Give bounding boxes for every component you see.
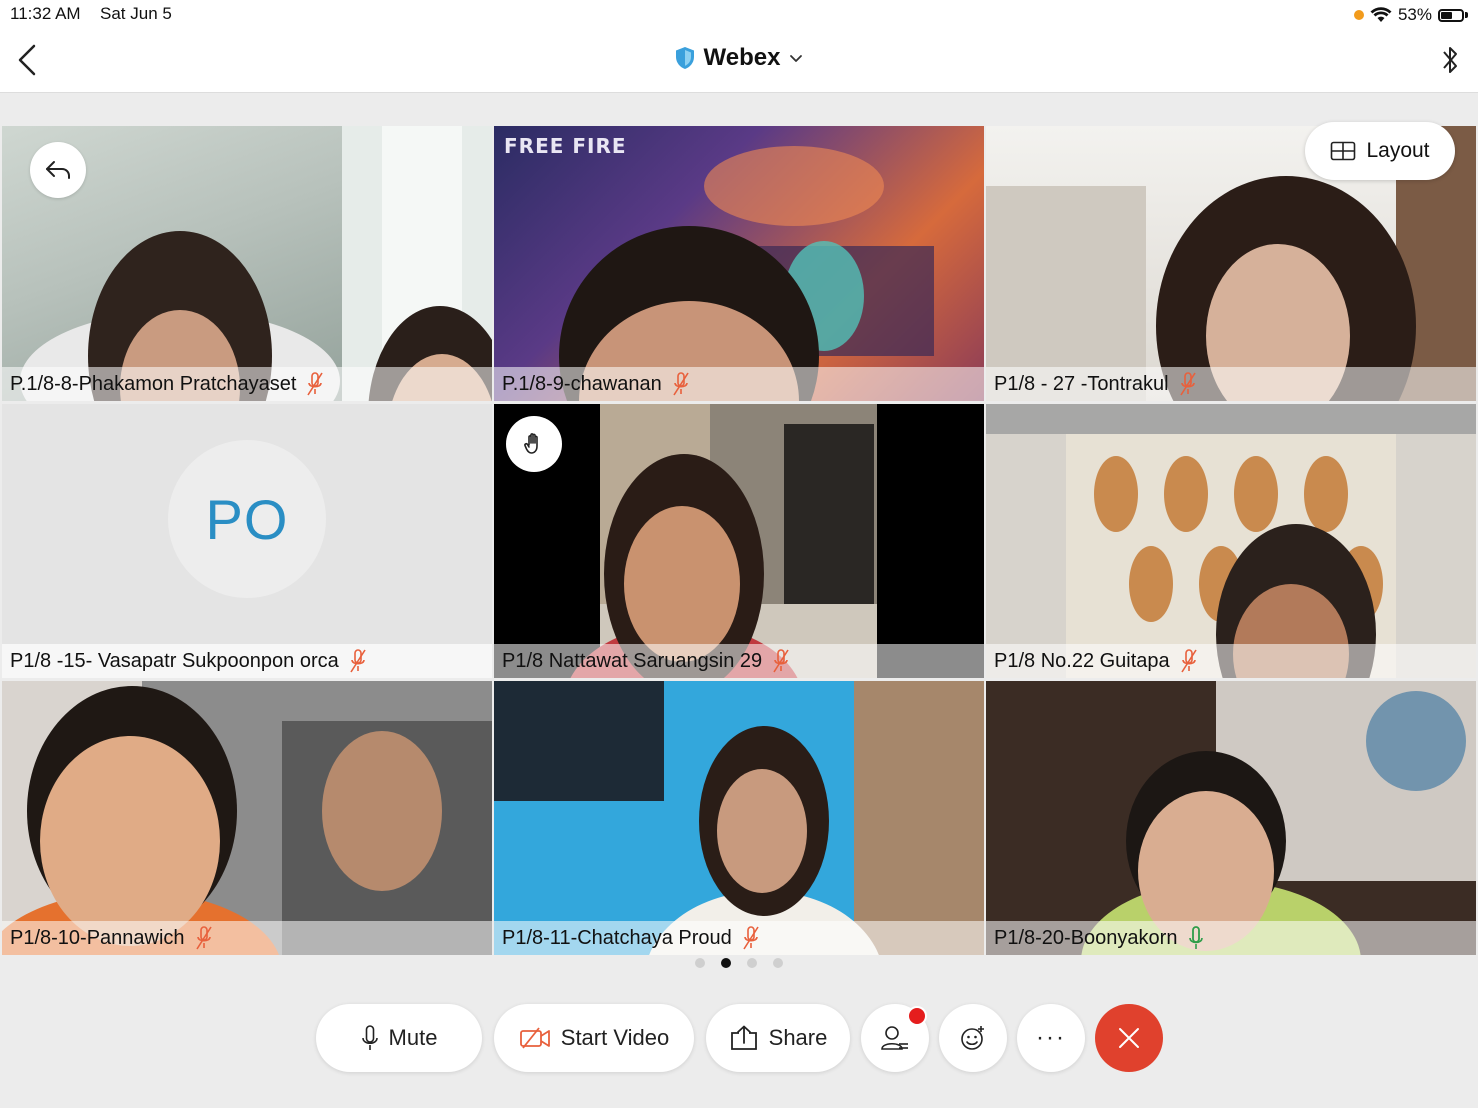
mic-muted-icon	[350, 649, 366, 673]
participants-icon	[881, 1026, 908, 1050]
raised-hand-indicator	[506, 416, 562, 472]
participant-label: P1/8 Nattawat Saruangsin 29	[494, 644, 984, 678]
mute-label: Mute	[388, 1025, 438, 1050]
video-tile[interactable]: P1/8-20-Boonyakorn	[986, 681, 1476, 955]
page-dot[interactable]	[695, 958, 705, 968]
share-label: Share	[768, 1025, 828, 1050]
video-tile[interactable]: P1/8 No.22 Guitapa	[986, 404, 1476, 678]
participant-name: P1/8-10-Pannawich	[10, 926, 185, 949]
microphone-icon	[361, 1025, 378, 1050]
video-grid: P.1/8-8-Phakamon Pratchayaset FREE FIRE …	[0, 126, 1478, 955]
battery-tip	[1465, 12, 1468, 18]
meeting-controls: Mute Start Video Share ···	[0, 1004, 1478, 1072]
video-tile[interactable]: P1/8-10-Pannawich	[2, 681, 492, 955]
participant-label: P.1/8-9-chawanan	[494, 367, 984, 401]
more-options-button[interactable]: ···	[1017, 1004, 1085, 1072]
video-tile[interactable]: FREE FIRE P.1/8-9-chawanan	[494, 126, 984, 401]
participant-label: P1/8 No.22 Guitapa	[986, 644, 1476, 678]
participant-label: P1/8 - 27 -Tontrakul	[986, 367, 1476, 401]
nav-bar: Webex	[0, 30, 1478, 93]
page-dot[interactable]	[773, 958, 783, 968]
participant-name: P.1/8-8-Phakamon Pratchayaset	[10, 372, 297, 395]
bluetooth-icon[interactable]	[1438, 42, 1462, 78]
start-video-label: Start Video	[560, 1025, 670, 1050]
mic-on-icon	[1189, 926, 1204, 949]
participant-label: P1/8-10-Pannawich	[2, 921, 492, 955]
mic-muted-icon	[195, 926, 212, 950]
layout-label: Layout	[1366, 139, 1430, 162]
battery-percent: 53%	[1397, 5, 1432, 24]
battery-icon	[1438, 8, 1464, 22]
mic-muted-icon	[743, 926, 759, 950]
participant-video	[1081, 681, 1476, 955]
avatar-initials: PO	[205, 487, 289, 551]
page-dot-current[interactable]	[721, 958, 731, 968]
meeting-title[interactable]: Webex	[0, 44, 1478, 72]
participant-name: P1/8 -15- Vasapatr Sukpoonpon orca	[10, 649, 339, 672]
mic-muted-icon	[673, 372, 689, 396]
video-off-icon	[519, 1027, 550, 1049]
participant-label: P1/8 -15- Vasapatr Sukpoonpon orca	[2, 644, 492, 678]
video-tile[interactable]: P1/8-11-Chatchaya Proud	[494, 681, 984, 955]
mic-muted-icon	[1179, 372, 1196, 396]
status-bar: 11:32 AM Sat Jun 5 53%	[0, 0, 1478, 30]
wifi-icon	[1370, 7, 1392, 22]
participant-name: P1/8-20-Boonyakorn	[994, 926, 1178, 949]
raised-hand-icon	[524, 433, 538, 454]
shield-icon	[675, 47, 694, 69]
participant-name: P1/8 Nattawat Saruangsin 29	[502, 649, 763, 672]
start-video-button[interactable]: Start Video	[494, 1004, 694, 1072]
mic-muted-icon	[773, 649, 789, 673]
app-title: Webex	[703, 44, 781, 71]
participants-button[interactable]	[861, 1004, 929, 1072]
reply-arrow-icon	[46, 161, 70, 179]
status-date: Sat Jun 5	[100, 4, 172, 23]
participant-label: P.1/8-8-Phakamon Pratchayaset	[2, 367, 492, 401]
notification-badge	[907, 1006, 927, 1026]
mic-muted-icon	[1181, 649, 1197, 673]
participant-video	[559, 146, 934, 401]
participant-video	[570, 404, 877, 678]
participant-label: P1/8-20-Boonyakorn	[986, 921, 1476, 955]
video-tile[interactable]: P1/8 Nattawat Saruangsin 29	[494, 404, 984, 678]
video-tile[interactable]: P.1/8-8-Phakamon Pratchayaset	[2, 126, 492, 401]
page-indicator[interactable]	[0, 958, 1478, 968]
participant-video	[2, 681, 492, 955]
participant-label: P1/8-11-Chatchaya Proud	[494, 921, 984, 955]
participant-video	[494, 681, 984, 955]
page-dot[interactable]	[747, 958, 757, 968]
battery-level	[1441, 11, 1452, 19]
back-to-stage-button[interactable]	[30, 142, 86, 198]
participant-name: P1/8 No.22 Guitapa	[994, 649, 1170, 672]
mute-button[interactable]: Mute	[316, 1004, 482, 1072]
avatar: PO	[166, 438, 328, 600]
share-icon	[730, 1025, 757, 1050]
share-button[interactable]: Share	[706, 1004, 850, 1072]
grid-layout-icon	[1331, 141, 1356, 161]
emoji-icon	[961, 1026, 984, 1050]
more-label: ···	[1036, 1024, 1066, 1051]
status-time: 11:32 AM	[10, 4, 81, 23]
mic-in-use-indicator	[1353, 10, 1364, 20]
end-call-button[interactable]	[1095, 1004, 1163, 1072]
participant-video	[986, 404, 1476, 678]
chevron-down-icon	[790, 55, 803, 62]
participant-name: P.1/8-9-chawanan	[502, 372, 662, 395]
layout-button[interactable]: Layout	[1305, 122, 1455, 180]
mic-muted-icon	[307, 372, 324, 396]
video-tile[interactable]: PO P1/8 -15- Vasapatr Sukpoonpon orca	[2, 404, 492, 678]
participant-name: P1/8 - 27 -Tontrakul	[994, 372, 1169, 395]
close-icon	[1119, 1028, 1139, 1048]
status-indicators: 53%	[1353, 4, 1468, 26]
reactions-button[interactable]	[939, 1004, 1007, 1072]
participant-name: P1/8-11-Chatchaya Proud	[502, 926, 732, 949]
background-logo-text: FREE FIRE	[504, 134, 627, 158]
